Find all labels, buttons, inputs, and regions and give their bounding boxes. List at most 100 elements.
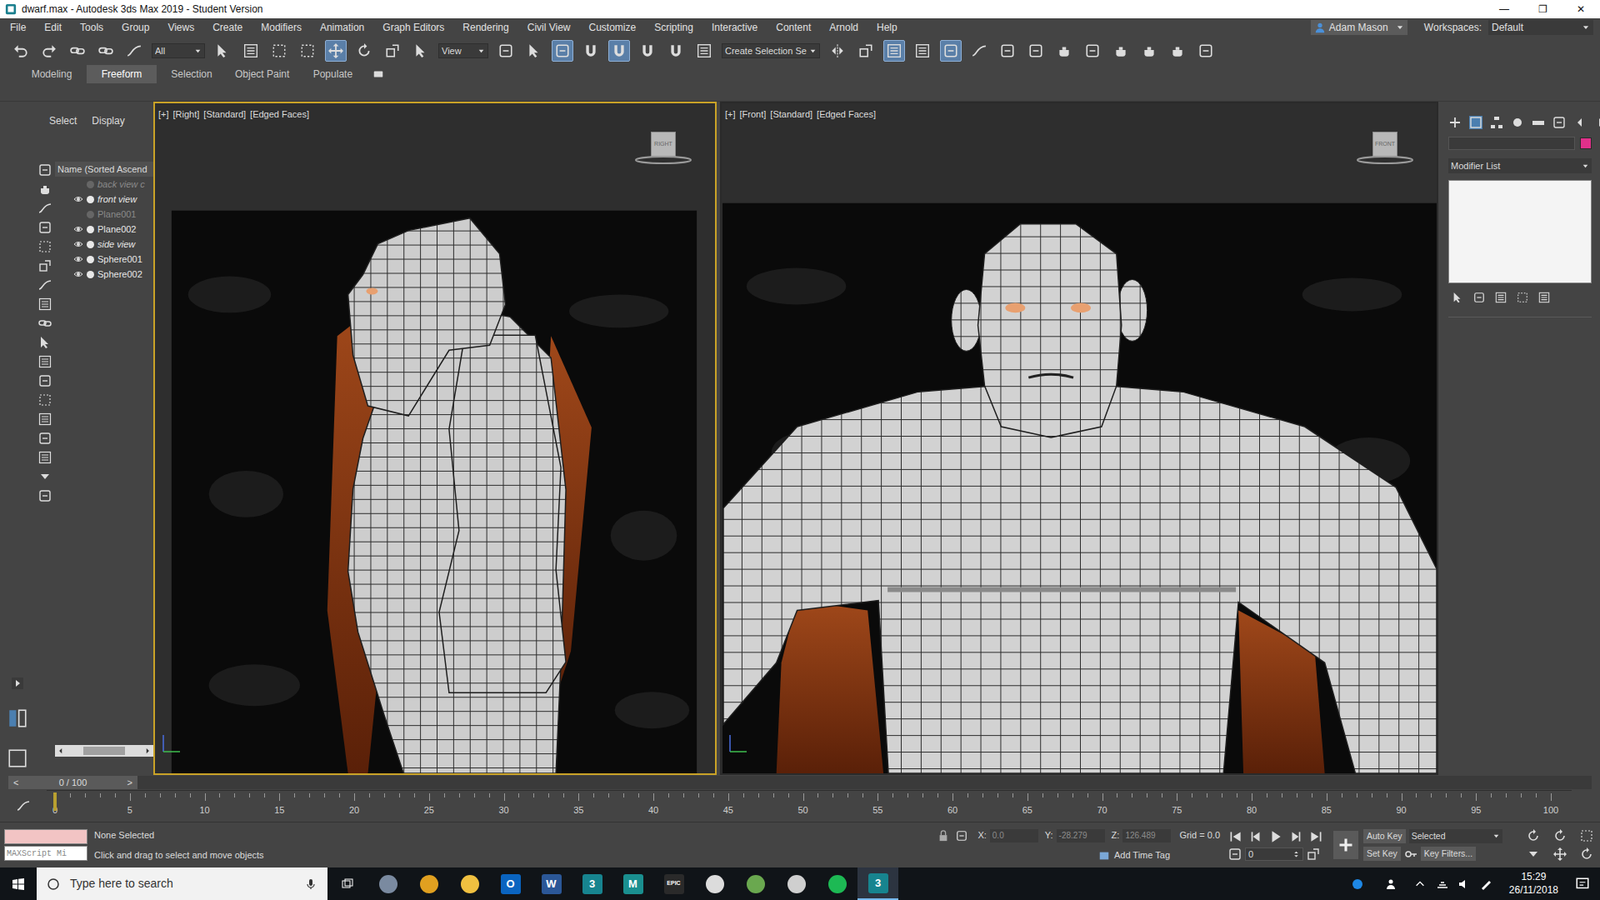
ribbon-tab[interactable]: Modeling	[16, 65, 87, 84]
render-dot[interactable]	[86, 210, 95, 219]
search-icon[interactable]	[38, 489, 52, 503]
hierarchy-tab[interactable]	[1490, 115, 1504, 130]
time-configuration-icon[interactable]	[1228, 847, 1242, 861]
menu-item[interactable]: Interactive	[702, 20, 767, 35]
key-icon[interactable]	[1404, 847, 1418, 861]
clock[interactable]: 15:2926/11/2018	[1509, 870, 1559, 897]
menu-item[interactable]: Customize	[580, 20, 646, 35]
schematic-view-button[interactable]	[996, 40, 1019, 62]
redo-button[interactable]	[38, 40, 60, 62]
show-end-result-icon[interactable]	[1473, 291, 1485, 304]
menu-item[interactable]: Animation	[310, 20, 374, 35]
menu-item[interactable]: Civil View	[518, 20, 580, 35]
layer-icon[interactable]	[38, 450, 52, 465]
explorer-row[interactable]: Plane002	[55, 221, 154, 237]
select-manipulate-button[interactable]	[523, 40, 545, 62]
render-dot[interactable]	[86, 240, 95, 249]
viewport-label-item[interactable]: [Standard]	[203, 107, 246, 122]
ribbon-tab[interactable]: Populate	[297, 65, 368, 84]
minimize-button[interactable]: —	[1485, 0, 1524, 19]
scroll-right-icon[interactable]	[143, 746, 152, 755]
menu-item[interactable]: Create	[203, 20, 252, 35]
previous-frame-icon[interactable]	[1248, 829, 1264, 845]
visibility-toggle[interactable]	[73, 239, 84, 250]
volume-icon[interactable]	[1457, 877, 1471, 891]
select-and-rotate-button[interactable]	[353, 40, 375, 62]
ribbon-tab[interactable]: Object Paint	[226, 65, 298, 84]
menu-item[interactable]: Arnold	[820, 20, 868, 35]
groups-icon[interactable]	[38, 297, 52, 311]
taskbar-app[interactable]: EPIC	[653, 867, 695, 900]
key-mode-icon[interactable]	[1306, 847, 1320, 861]
people-icon[interactable]	[1385, 877, 1400, 891]
helpers-icon[interactable]	[38, 259, 52, 273]
named-selection-set-dropdown[interactable]: Create Selection Se	[721, 43, 820, 59]
undo-button[interactable]	[10, 40, 32, 62]
display-all-icon[interactable]	[38, 163, 52, 177]
scene-explorer-button[interactable]	[883, 40, 905, 62]
rendered-frame-window-button[interactable]	[1081, 40, 1104, 62]
visibility-toggle[interactable]	[73, 269, 84, 280]
mirror-button[interactable]	[826, 40, 849, 62]
object-xrefs-icon[interactable]	[38, 316, 52, 330]
viewcube[interactable]: FRONT	[1355, 131, 1415, 165]
taskbar-app[interactable]: W	[530, 867, 572, 900]
render-dot[interactable]	[86, 270, 95, 279]
object-name-field[interactable]	[1448, 136, 1575, 150]
microphone-icon[interactable]	[304, 877, 318, 891]
select-object-button[interactable]	[211, 40, 234, 62]
add-time-tag[interactable]: Add Time Tag	[1098, 848, 1170, 863]
pen-workspace-icon[interactable]	[1479, 877, 1493, 891]
selection-lock-icon[interactable]	[937, 830, 950, 842]
previous-frame-button[interactable]: <	[11, 775, 20, 790]
menu-item[interactable]: Modifiers	[251, 20, 311, 35]
create-tab[interactable]	[1448, 115, 1462, 130]
scroll-thumb[interactable]	[83, 746, 125, 755]
select-and-move-button[interactable]	[325, 40, 347, 62]
menu-item[interactable]: Help	[867, 20, 907, 35]
scroll-left-icon[interactable]	[56, 746, 65, 755]
bones-icon[interactable]	[38, 335, 52, 350]
snaps-toggle-button[interactable]	[580, 40, 602, 62]
render-dot[interactable]	[86, 255, 95, 264]
angle-snap-button[interactable]	[608, 40, 630, 62]
viewport[interactable]: [+][Right][Standard][Edged Faces]RIGHT	[153, 101, 717, 775]
explorer-row[interactable]: side view	[55, 236, 154, 252]
containers-icon[interactable]	[38, 355, 52, 369]
pan-icon[interactable]	[1553, 847, 1567, 861]
ribbon-tab[interactable]: Freeform	[86, 65, 157, 84]
geometry-icon[interactable]	[38, 182, 52, 196]
viewport-layout-icon[interactable]	[6, 707, 29, 730]
layer-explorer-button[interactable]	[911, 40, 934, 62]
viewport-label-item[interactable]: [Front]	[740, 107, 767, 122]
menu-item[interactable]: Content	[766, 20, 820, 35]
expand-arrow-icon[interactable]	[10, 676, 25, 690]
curve-editor-button[interactable]	[968, 40, 990, 62]
viewport-label-item[interactable]: [Edged Faces]	[250, 107, 310, 122]
explorer-row[interactable]: front view	[55, 191, 154, 207]
window-crossing-button[interactable]	[296, 40, 319, 62]
render-production-button[interactable]	[1110, 40, 1132, 62]
viewport-label-item[interactable]: [Edged Faces]	[816, 107, 876, 122]
menu-item[interactable]: Edit	[35, 20, 71, 35]
viewport-label-item[interactable]: [+]	[158, 107, 170, 122]
maxscript-output[interactable]	[4, 829, 88, 845]
explorer-row[interactable]: Sphere001	[55, 251, 154, 267]
close-button[interactable]: ✕	[1561, 0, 1600, 19]
horizontal-scrollbar[interactable]	[55, 745, 154, 757]
maxscript-input[interactable]: MAXScript Mi	[4, 845, 88, 861]
a360-gallery-button[interactable]	[1195, 40, 1217, 62]
spinner-snap-button[interactable]	[665, 40, 687, 62]
mini-curve-editor-icon[interactable]	[16, 799, 30, 813]
viewport-label-item[interactable]: [Standard]	[770, 107, 813, 122]
help-icon[interactable]	[1350, 877, 1365, 891]
show-hidden-icons-icon[interactable]	[1414, 878, 1426, 890]
menu-item[interactable]: Tools	[70, 20, 113, 35]
space-warps-icon[interactable]	[38, 278, 52, 292]
reference-coordinate-dropdown[interactable]: View	[438, 43, 489, 59]
filter-icon[interactable]	[38, 470, 52, 484]
zoom-extents-icon[interactable]	[1580, 829, 1594, 843]
viewcube-face[interactable]: RIGHT	[650, 131, 676, 157]
render-dot[interactable]	[86, 225, 95, 234]
taskbar-app[interactable]	[735, 867, 776, 900]
